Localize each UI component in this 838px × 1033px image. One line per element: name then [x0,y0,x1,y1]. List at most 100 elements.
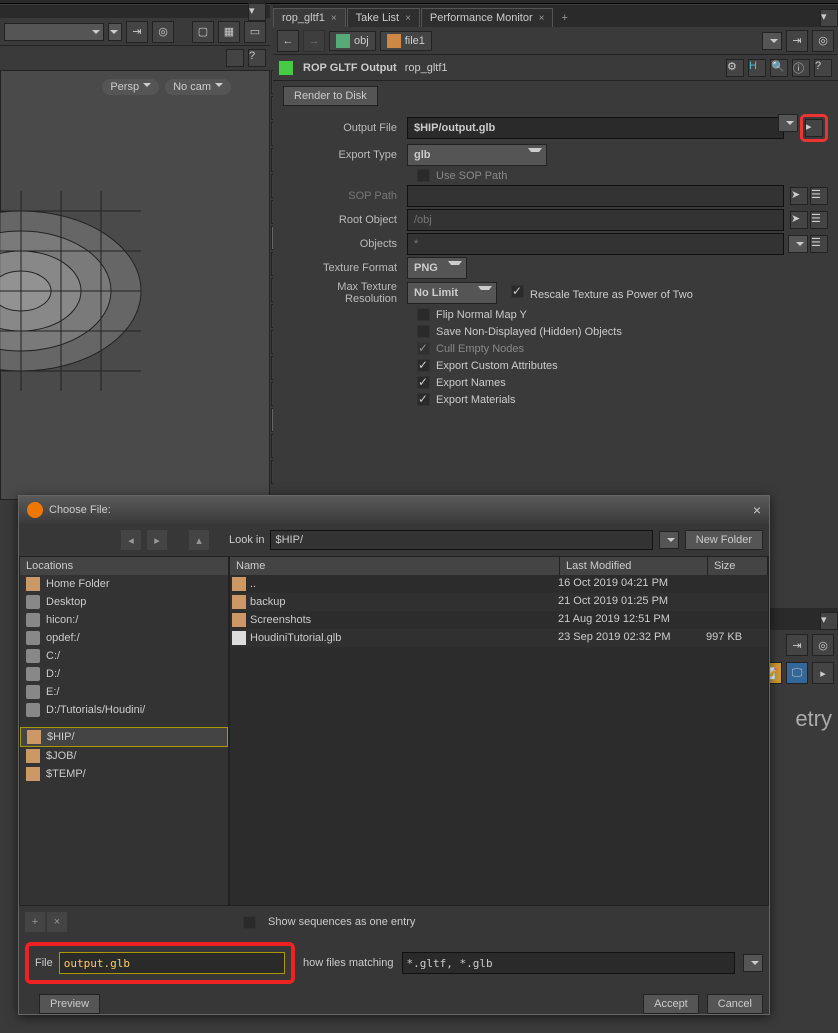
loc-job[interactable]: $JOB/ [20,747,228,765]
breadcrumb-file1[interactable]: file1 [380,31,432,51]
list-item[interactable]: backup21 Oct 2019 01:25 PM [230,593,768,611]
loc-home[interactable]: Home Folder [20,575,228,593]
camera-persp[interactable]: Persp [102,79,159,95]
camera-select[interactable]: No cam [165,79,231,95]
root-object-input[interactable] [407,209,784,231]
peek-text: etry [795,706,832,732]
render-icon[interactable]: ▦ [218,21,240,43]
objects-pick-icon[interactable]: ☰ [810,235,828,253]
save-hidden-checkbox[interactable] [417,325,430,338]
export-type-select[interactable]: glb [407,144,547,166]
loc-hicon[interactable]: hicon:/ [20,611,228,629]
nav-up-icon[interactable]: ▴ [189,530,209,550]
file-chooser-button[interactable]: ▸ [805,119,823,137]
pin-icon[interactable]: ⇥ [786,30,808,52]
cull-checkbox[interactable] [417,342,430,355]
list-item[interactable]: Screenshots21 Aug 2019 12:51 PM [230,611,768,629]
export-materials-checkbox[interactable] [417,393,430,406]
frame-icon[interactable]: ▭ [244,21,266,43]
file-dialog: Choose File: × ◂ ▸ ▴ Look in New Folder … [18,495,770,1015]
texture-format-select[interactable]: PNG [407,257,467,279]
preview-button[interactable]: Preview [39,994,100,1014]
loc-desktop[interactable]: Desktop [20,593,228,611]
list-item[interactable]: HoudiniTutorial.glb23 Sep 2019 02:32 PM9… [230,629,768,647]
3d-viewport[interactable]: Persp No cam [0,70,270,500]
root-arrow-icon[interactable]: ➤ [790,211,808,229]
pane-menu-icon[interactable]: ▾ [820,9,838,27]
close-icon[interactable]: × [331,13,337,24]
file-name-input[interactable] [59,952,285,974]
pin-icon[interactable]: ⇥ [786,634,808,656]
close-icon[interactable]: × [539,13,545,24]
view-select[interactable] [4,23,104,41]
drive-icon [26,703,40,717]
loc-opdef[interactable]: opdef:/ [20,629,228,647]
h-icon[interactable]: H [748,59,766,77]
nav-back-icon[interactable]: ◂ [121,530,141,550]
locations-header: Locations [20,557,228,575]
pin-icon[interactable]: ⇥ [126,21,148,43]
info-icon[interactable]: ⓘ [792,59,810,77]
export-names-checkbox[interactable] [417,376,430,389]
loc-dtutorials[interactable]: D:/Tutorials/Houdini/ [20,701,228,719]
pane-menu-icon[interactable]: ▾ [820,612,838,630]
close-icon[interactable]: × [405,13,411,24]
col-size[interactable]: Size [708,557,768,575]
loc-c[interactable]: C:/ [20,647,228,665]
cancel-button[interactable]: Cancel [707,994,763,1014]
filter-input[interactable] [402,952,736,974]
breadcrumb-obj[interactable]: obj [329,31,376,51]
sop-pick-icon[interactable]: ☰ [810,187,828,205]
back-icon[interactable]: ← [277,30,299,52]
objects-input[interactable] [407,233,784,255]
col-name[interactable]: Name [230,557,560,575]
path-menu[interactable] [762,32,782,50]
gear-icon[interactable]: ⚙ [726,59,744,77]
objects-menu[interactable] [788,235,808,253]
loc-temp[interactable]: $TEMP/ [20,765,228,783]
output-file-input[interactable] [407,117,784,139]
flip-normal-checkbox[interactable] [417,308,430,321]
output-file-menu[interactable] [778,114,798,132]
add-tab-icon[interactable]: + [554,9,574,27]
target-icon[interactable]: ◎ [812,30,834,52]
loc-e[interactable]: E:/ [20,683,228,701]
node-name-input[interactable] [403,60,720,76]
close-icon[interactable]: × [753,502,761,518]
accept-button[interactable]: Accept [643,994,699,1014]
option-a-icon[interactable] [226,49,244,67]
loc-hip[interactable]: $HIP/ [20,727,228,747]
lookin-input[interactable] [270,530,652,550]
help-icon[interactable]: ? [248,49,266,67]
screen-icon[interactable]: 🖵 [786,662,808,684]
box-icon[interactable]: ▢ [192,21,214,43]
cust-attr-checkbox[interactable] [417,359,430,372]
target-icon[interactable]: ◎ [812,634,834,656]
pane-menu-icon[interactable]: ▾ [248,3,266,21]
search-icon[interactable]: 🔍 [770,59,788,77]
filter-menu[interactable] [743,954,763,972]
tab-take-list[interactable]: Take List× [347,8,420,27]
add-location-icon[interactable]: + [25,912,45,932]
col-modified[interactable]: Last Modified [560,557,708,575]
help-icon[interactable]: ? [814,59,832,77]
target-icon[interactable]: ◎ [152,21,174,43]
new-folder-button[interactable]: New Folder [685,530,763,550]
render-to-disk-button[interactable]: Render to Disk [283,86,378,106]
forward-icon[interactable]: → [303,30,325,52]
max-res-select[interactable]: No Limit [407,282,497,304]
remove-location-icon[interactable]: × [47,912,67,932]
loc-d[interactable]: D:/ [20,665,228,683]
tab-performance-monitor[interactable]: Performance Monitor× [421,8,554,27]
rescale-checkbox[interactable] [511,285,524,298]
root-pick-icon[interactable]: ☰ [810,211,828,229]
list-item[interactable]: ..16 Oct 2019 04:21 PM [230,575,768,593]
sop-arrow-icon[interactable]: ➤ [790,187,808,205]
show-sequences-checkbox[interactable] [243,916,256,929]
use-sop-path-checkbox[interactable] [417,169,430,182]
play-icon[interactable]: ▸ [812,662,834,684]
lookin-menu[interactable] [659,531,679,549]
view-select2[interactable] [108,23,122,41]
tab-rop-gltf1[interactable]: rop_gltf1× [273,8,346,27]
nav-fwd-icon[interactable]: ▸ [147,530,167,550]
